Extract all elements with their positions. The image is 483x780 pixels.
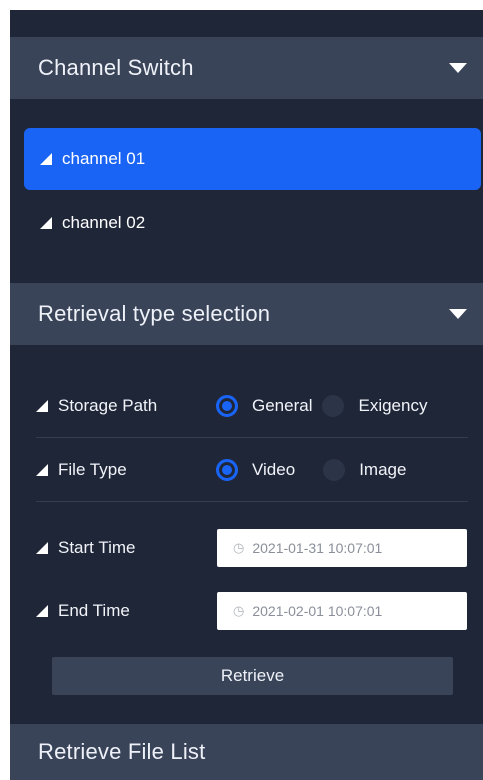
channel-item-02[interactable]: channel 02	[24, 192, 481, 254]
frame-border-top	[0, 0, 483, 10]
retrieval-type-title: Retrieval type selection	[38, 301, 271, 326]
start-time-row: Start Time	[36, 517, 216, 579]
channel-label: channel 02	[62, 213, 146, 232]
channel-label: channel 01	[62, 149, 146, 168]
file-type-label: File Type	[36, 460, 216, 480]
start-time-label: Start Time	[36, 538, 216, 558]
file-type-row: File Type Video Image	[36, 439, 468, 502]
retrieval-type-header[interactable]: Retrieval type selection	[10, 283, 483, 345]
storage-path-row: Storage Path General Exigency	[36, 375, 468, 438]
general-radio-label[interactable]: General	[252, 396, 312, 416]
exigency-radio-label[interactable]: Exigency	[358, 396, 427, 416]
clock-icon: ◷	[233, 603, 245, 618]
retrieve-button[interactable]: Retrieve	[52, 657, 453, 695]
storage-path-label-text: Storage Path	[58, 396, 158, 415]
channel-switch-header[interactable]: Channel Switch	[10, 37, 483, 99]
end-time-label: End Time	[36, 601, 216, 621]
end-time-value: 2021-02-01 10:07:01	[252, 603, 383, 619]
general-radio[interactable]	[216, 395, 238, 417]
expand-triangle-icon	[36, 542, 48, 554]
image-radio[interactable]	[323, 459, 346, 481]
expand-triangle-icon	[40, 217, 52, 229]
expand-triangle-icon	[36, 464, 48, 476]
storage-path-radio-group: General Exigency	[216, 395, 437, 417]
end-time-row: End Time	[36, 580, 216, 642]
channel-item-01[interactable]: channel 01	[24, 128, 481, 190]
video-radio[interactable]	[216, 459, 238, 481]
clock-icon: ◷	[233, 540, 245, 555]
channel-switch-title: Channel Switch	[38, 55, 194, 80]
storage-path-label: Storage Path	[36, 396, 216, 416]
end-time-label-text: End Time	[58, 601, 130, 620]
exigency-radio[interactable]	[322, 395, 345, 417]
caret-down-icon[interactable]	[449, 309, 467, 319]
video-radio-label[interactable]: Video	[252, 460, 295, 480]
start-time-label-text: Start Time	[58, 538, 136, 557]
expand-triangle-icon	[40, 153, 52, 165]
file-list-title: Retrieve File List	[38, 739, 206, 764]
start-time-input[interactable]: ◷ 2021-01-31 10:07:01	[217, 529, 467, 567]
expand-triangle-icon	[36, 605, 48, 617]
expand-triangle-icon	[36, 400, 48, 412]
image-radio-label[interactable]: Image	[359, 460, 406, 480]
file-list-header[interactable]: Retrieve File List	[10, 724, 483, 780]
file-type-label-text: File Type	[58, 460, 127, 479]
caret-down-icon[interactable]	[449, 63, 467, 73]
file-type-radio-group: Video Image	[216, 459, 416, 481]
end-time-input[interactable]: ◷ 2021-02-01 10:07:01	[217, 592, 467, 630]
start-time-value: 2021-01-31 10:07:01	[252, 540, 383, 556]
frame-border-left	[0, 0, 10, 780]
